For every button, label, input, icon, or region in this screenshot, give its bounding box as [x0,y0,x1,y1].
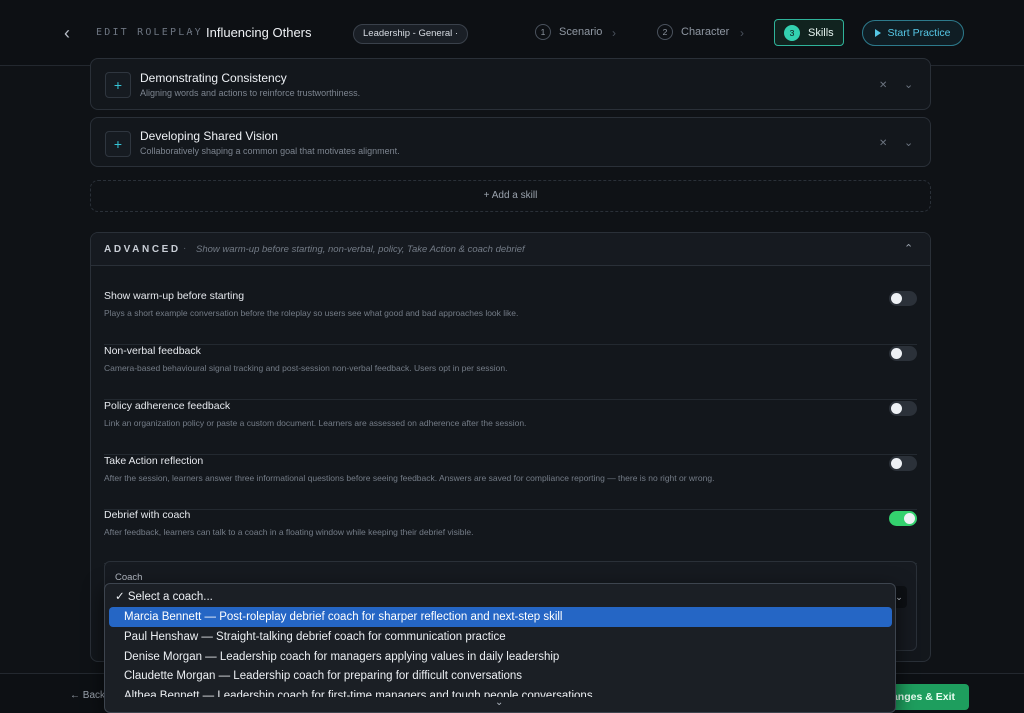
chevron-right-icon: › [740,26,744,40]
policy-toggle[interactable] [889,401,917,416]
option-title: Show warm-up before starting [104,290,245,302]
option-row-coach-debrief: Debrief with coach After feedback, learn… [104,509,917,564]
advanced-label: ADVANCED [104,244,181,255]
option-description: Link an organization policy or paste a c… [104,418,527,428]
step-label: Skills [808,26,834,39]
chevron-up-icon[interactable]: ⌃ [904,242,913,255]
dropdown-option[interactable]: Paul Henshaw — Straight-talking debrief … [109,627,892,647]
play-icon [875,29,882,37]
chevron-left-icon[interactable]: ‹ [64,24,78,42]
advanced-header[interactable]: ADVANCED · Show warm-up before starting,… [91,233,930,266]
add-skill-button[interactable]: + Add a skill [90,180,931,212]
coach-label: Coach [115,572,143,583]
chevron-down-icon[interactable]: ⌄ [904,78,913,91]
start-practice-label: Start Practice [887,27,951,39]
dropdown-option[interactable]: Denise Morgan — Leadership coach for man… [109,647,892,667]
step-label: Scenario [559,26,603,38]
close-icon[interactable]: ✕ [879,138,887,149]
start-practice-button[interactable]: Start Practice [862,20,964,46]
dropdown-option[interactable]: Althea Bennett — Leadership coach for fi… [109,686,892,697]
toggle-knob [904,513,915,524]
chevron-right-icon: › [612,26,616,40]
warmup-toggle[interactable] [889,291,917,306]
back-link[interactable]: ← Back [70,690,105,701]
scroll-down-icon[interactable]: ⌄ [495,697,503,708]
breadcrumb-separator: · [190,26,194,37]
option-row-nonverbal: Non-verbal feedback Camera-based behavio… [104,345,917,400]
breadcrumb-kicker: EDIT ROLEPLAY [96,27,203,38]
toggle-knob [891,458,902,469]
plus-icon[interactable]: + [105,131,131,157]
separator-dot: · [183,243,187,254]
plus-icon[interactable]: + [105,72,131,98]
page-title: Influencing Others [206,25,312,40]
step-skills[interactable]: 3 Skills [774,19,844,46]
option-description: Plays a short example conversation befor… [104,308,519,318]
step-number: 2 [657,24,673,40]
coach-dropdown[interactable]: ✓ Select a coach... Marcia Bennett — Pos… [104,583,896,713]
step-scenario[interactable]: 1 Scenario [535,24,602,40]
coach-debrief-toggle[interactable] [889,511,917,526]
advanced-summary: Show warm-up before starting, non-verbal… [196,244,525,255]
skill-card[interactable]: + Developing Shared Vision Collaborative… [90,117,931,167]
toggle-knob [891,403,902,414]
step-label: Character [681,26,730,38]
option-row-warmup: Show warm-up before starting Plays a sho… [104,290,917,345]
option-row-take-action: Take Action reflection After the session… [104,455,917,510]
option-description: After feedback, learners can talk to a c… [104,527,474,537]
step-character[interactable]: 2 Character [657,24,729,40]
take-action-toggle[interactable] [889,456,917,471]
close-icon[interactable]: ✕ [879,80,887,91]
option-title: Non-verbal feedback [104,345,201,357]
option-description: After the session, learners answer three… [104,473,715,483]
skill-title: Developing Shared Vision [140,129,278,143]
skill-card[interactable]: + Demonstrating Consistency Aligning wor… [90,58,931,110]
dropdown-option-placeholder[interactable]: ✓ Select a coach... [109,587,892,607]
category-pill[interactable]: Leadership - General · [353,24,469,44]
top-bar: ‹ EDIT ROLEPLAY · Influencing Others Lea… [0,0,1024,66]
option-title: Take Action reflection [104,455,204,467]
skill-description: Aligning words and actions to reinforce … [140,88,361,98]
option-description: Camera-based behavioural signal tracking… [104,363,508,373]
toggle-knob [891,348,902,359]
toggle-knob [891,293,902,304]
skill-title: Demonstrating Consistency [140,71,287,85]
skill-description: Collaboratively shaping a common goal th… [140,146,400,156]
chevron-down-icon[interactable]: ⌄ [904,136,913,149]
option-title: Policy adherence feedback [104,400,231,412]
option-title: Debrief with coach [104,509,191,521]
dropdown-option[interactable]: Claudette Morgan — Leadership coach for … [109,666,892,686]
step-number: 1 [535,24,551,40]
step-number: 3 [784,24,800,41]
dropdown-option[interactable]: Marcia Bennett — Post-roleplay debrief c… [109,607,892,627]
option-row-policy: Policy adherence feedback Link an organi… [104,400,917,455]
nonverbal-toggle[interactable] [889,346,917,361]
